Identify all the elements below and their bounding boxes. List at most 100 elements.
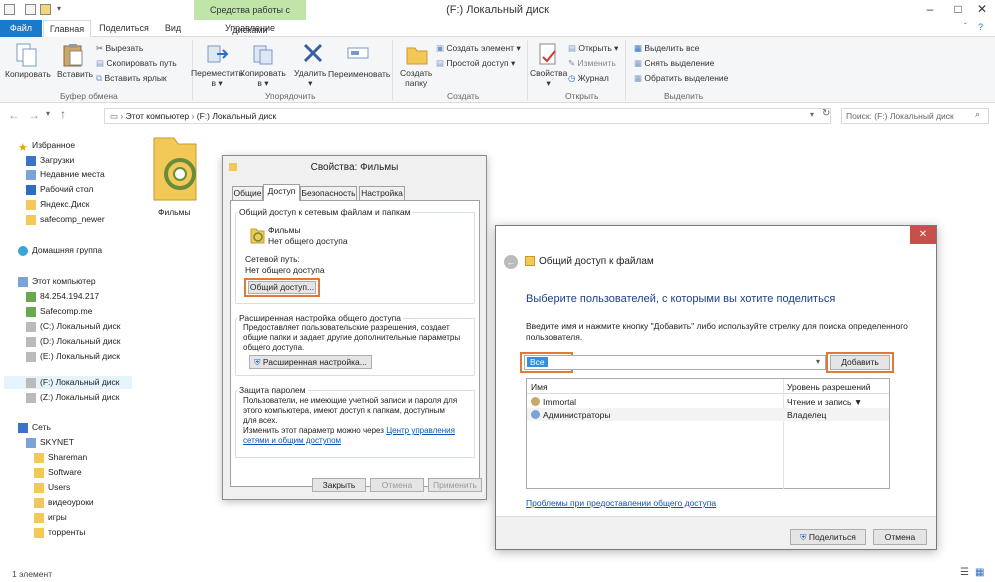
cut-button[interactable]: ✂ Вырезать [96,43,143,54]
rename-button[interactable]: Переименовать [328,69,390,79]
details-view-icon[interactable]: ☰ [960,567,969,578]
copy-button[interactable]: Копировать [5,69,51,79]
props-tab-security[interactable]: Безопасность [300,186,357,200]
maximize-button[interactable]: □ [948,2,968,16]
nav-net-item[interactable]: видеоуроки [34,497,94,508]
advanced-sharing-button[interactable]: ⛨ Расширенная настройка... [249,355,372,369]
tab-home[interactable]: Главная [43,20,91,37]
ribbon-collapse-icon[interactable]: ˇ [964,22,967,31]
nav-net-item[interactable]: Shareman [34,452,87,463]
paste-button[interactable]: Вставить [57,69,93,79]
copy-path-button[interactable]: ▤ Скопировать путь [96,58,177,69]
folder-icon [34,527,44,538]
props-tab-customize[interactable]: Настройка [359,186,405,200]
add-button[interactable]: Добавить [830,355,890,370]
computer-icon [26,437,36,448]
address-dropdown-icon[interactable]: ▾ [810,110,814,119]
nav-this-pc[interactable]: Этот компьютер [18,276,96,287]
edit-button[interactable]: ✎ Изменить [568,58,616,69]
new-item-button[interactable]: ▣ Создать элемент ▾ [436,43,521,54]
move-to-button[interactable]: Переместить в ▾ [191,68,243,88]
network-center-link-2[interactable]: сетями и общим доступом [243,436,341,445]
forward-button[interactable]: → [28,108,40,122]
properties-button[interactable]: Свойства ▾ [530,68,567,88]
share-title: Общий доступ к файлам [539,256,654,267]
table-row[interactable]: Администраторы Владелец [527,408,889,421]
table-row[interactable]: Immortal Чтение и запись ▼ [527,395,889,408]
delete-button[interactable]: Удалить ▾ [294,68,326,88]
share-close-button[interactable]: ✕ [910,226,936,244]
easy-access-button[interactable]: ▤ Простой доступ ▾ [436,58,515,69]
recent-locations-icon[interactable]: ▾ [46,109,50,118]
nav-fav-item[interactable]: Рабочий стол [26,184,93,195]
nav-net-item[interactable]: игры [34,512,67,523]
props-apply-button[interactable]: Применить [428,478,482,492]
help-icon[interactable]: ? [978,22,983,32]
up-button[interactable]: ↑ [60,107,66,121]
paste-shortcut-button[interactable]: ⧉ Вставить ярлык [96,73,167,84]
group-icon [531,410,540,419]
open-button[interactable]: ▤ Открыть ▾ [568,43,618,54]
nav-network[interactable]: Сеть [18,422,51,433]
breadcrumb-this-pc[interactable]: Этот компьютер [126,111,190,121]
props-close-button[interactable]: Закрыть [312,478,366,492]
nav-pc-item[interactable]: Safecomp.me [26,306,92,317]
share-back-button[interactable]: ← [504,255,518,269]
nav-net-item[interactable]: торренты [34,527,85,538]
sharing-troubleshoot-link[interactable]: Проблемы при предоставлении общего досту… [526,498,716,508]
share-cancel-button[interactable]: Отмена [873,529,927,545]
invert-selection-button[interactable]: ▦ Обратить выделение [634,73,728,84]
network-center-link[interactable]: Центр управления [386,426,455,435]
select-all-label: Выделить все [644,43,700,53]
history-button[interactable]: ◷ Журнал [568,73,609,84]
share-button[interactable]: Общий доступ... [248,281,316,294]
props-cancel-button[interactable]: Отмена [370,478,424,492]
tab-view[interactable]: Вид [158,20,188,37]
refresh-icon[interactable]: ↻ [822,108,830,119]
nav-pc-item[interactable]: (Z:) Локальный диск [26,392,120,403]
nav-pc-item[interactable]: 84.254.194.217 [26,291,99,302]
nav-pc-item[interactable]: (C:) Локальный диск [26,321,120,332]
minimize-button[interactable]: – [920,2,940,16]
tab-share[interactable]: Поделиться [96,20,152,37]
back-button[interactable]: ← [8,108,20,122]
nav-fav-item[interactable]: Недавние места [26,169,105,180]
nav-favorites[interactable]: ★ Избранное [18,140,75,154]
tab-file[interactable]: Файл [0,20,42,37]
tab-manage[interactable]: Управление [216,20,284,37]
nav-fav-item[interactable]: safecomp_newer [26,214,105,225]
nav-homegroup[interactable]: Домашняя группа [18,245,102,256]
nav-fav-item[interactable]: Загрузки [26,155,74,166]
new-folder-icon [405,42,429,68]
nav-pc-item-selected[interactable]: (F:) Локальный диск [26,377,120,388]
copy-to-button[interactable]: Копировать в ▾ [240,68,286,88]
new-folder-button[interactable]: Создать папку [400,68,432,88]
props-tab-sharing[interactable]: Доступ [263,184,300,201]
col-header-permission[interactable]: Уровень разрешений [787,382,871,392]
nav-pc-item-label: 84.254.194.217 [40,291,100,301]
open-label: Открыть [578,43,612,53]
nav-pc-item[interactable]: (E:) Локальный диск [26,351,120,362]
select-none-button[interactable]: ▦ Снять выделение [634,58,714,69]
nav-net-item[interactable]: Users [34,482,70,493]
row-permission-dropdown[interactable]: Чтение и запись ▼ [787,397,862,407]
row-user-name: Администраторы [543,410,611,420]
nav-pc-item-label: (C:) Локальный диск [40,321,121,331]
nav-net-item[interactable]: Software [34,467,82,478]
copy-icon [14,42,40,70]
user-input[interactable]: Все ▾ [524,355,826,370]
nav-pc-item[interactable]: (D:) Локальный диск [26,336,120,347]
close-window-button[interactable]: ✕ [972,2,992,16]
col-header-name[interactable]: Имя [531,382,548,392]
select-all-button[interactable]: ▦ Выделить все [634,43,699,54]
nav-skynet[interactable]: SKYNET [26,437,74,448]
network-sharing-group-title: Общий доступ к сетевым файлам и папкам [237,207,413,217]
folder-films-icon[interactable] [148,132,200,208]
nav-fav-item[interactable]: Яндекс.Диск [26,199,89,210]
breadcrumb-drive[interactable]: (F:) Локальный диск [197,111,277,121]
large-icons-view-icon[interactable]: ▦ [975,567,984,578]
select-none-icon: ▦ [634,58,645,68]
props-tab-general[interactable]: Общие [232,186,263,200]
user-dropdown-icon[interactable]: ▾ [816,357,820,366]
share-submit-button[interactable]: ⛨ Поделиться [790,529,866,545]
